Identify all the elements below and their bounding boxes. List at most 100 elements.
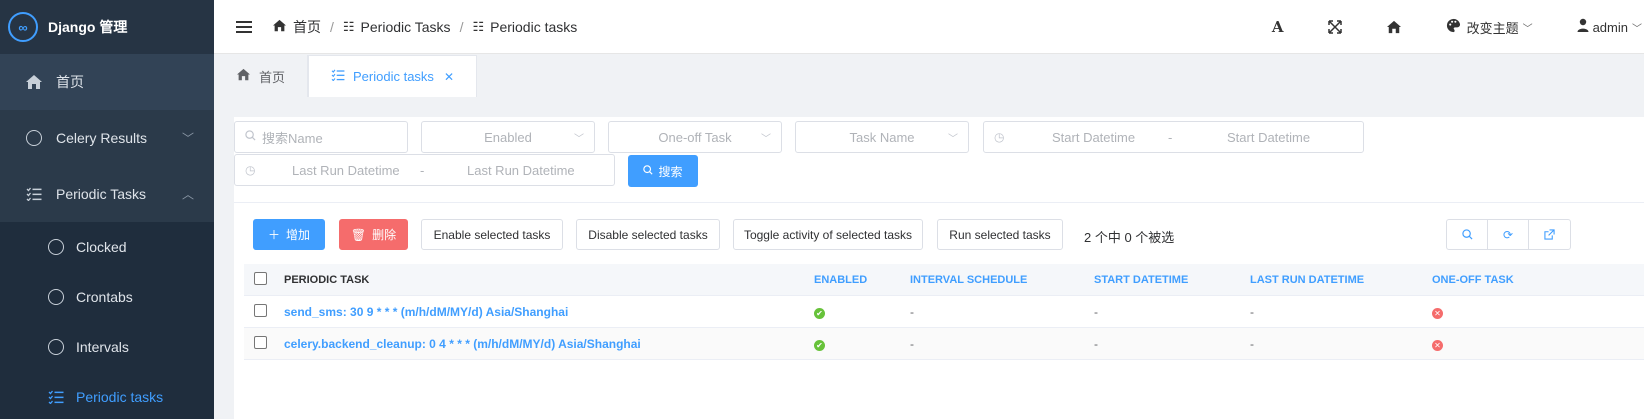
- column-header-last-run-datetime[interactable]: LAST RUN DATETIME: [1250, 274, 1432, 286]
- search-input[interactable]: 搜索Name: [234, 121, 408, 153]
- trash-icon: 🗑: [350, 227, 367, 242]
- theme-switcher[interactable]: 改变主题 ﹀: [1446, 18, 1533, 37]
- enabled-placeholder: Enabled: [484, 129, 532, 145]
- range-separator: -: [420, 162, 425, 178]
- search-placeholder: 搜索Name: [262, 130, 323, 146]
- sidebar-item-label: Clocked: [76, 239, 127, 255]
- sidebar-item-intervals[interactable]: Intervals: [0, 322, 214, 372]
- breadcrumb-item[interactable]: 首页: [293, 17, 321, 37]
- select-all-checkbox[interactable]: [244, 271, 284, 288]
- selection-info: 2 个中 0 个被选: [1084, 230, 1175, 245]
- brand-title: Django 管理: [48, 19, 128, 35]
- column-header-one-off-task[interactable]: ONE-OFF TASK: [1432, 274, 1612, 286]
- search-icon: [643, 164, 654, 178]
- lastrun-from-placeholder: Last Run Datetime: [292, 162, 400, 178]
- search-toggle-icon[interactable]: [1447, 220, 1488, 249]
- disable-selected-button[interactable]: Disable selected tasks: [576, 219, 720, 250]
- sidebar-item-clocked[interactable]: Clocked: [0, 222, 214, 272]
- home-button[interactable]: [1386, 20, 1402, 34]
- enabled-select[interactable]: Enabled ﹀: [421, 121, 595, 153]
- run-label: Run selected tasks: [949, 227, 1051, 242]
- sidebar-item-label: Periodic tasks: [76, 389, 164, 405]
- add-button-label: 增加: [286, 228, 311, 242]
- last-run-datetime-range[interactable]: ◷ Last Run Datetime - Last Run Datetime: [234, 154, 615, 186]
- sidebar-item-periodic-tasks-list[interactable]: Periodic tasks: [0, 372, 214, 419]
- refresh-icon[interactable]: ⟳: [1488, 220, 1529, 249]
- search-button[interactable]: 搜索: [628, 155, 698, 187]
- enabled-check-icon: ✔: [814, 307, 825, 319]
- start-from-placeholder: Start Datetime: [1052, 129, 1136, 145]
- interval-cell: -: [910, 336, 914, 351]
- start-to-placeholder: Start Datetime: [1227, 129, 1311, 145]
- clock-icon: ◷: [245, 163, 256, 177]
- enable-selected-button[interactable]: Enable selected tasks: [421, 219, 563, 250]
- column-header-interval-schedule[interactable]: INTERVAL SCHEDULE: [910, 274, 1094, 286]
- task-name-select[interactable]: Task Name ﹀: [795, 121, 969, 153]
- search-button-label: 搜索: [658, 164, 683, 179]
- start-datetime-range[interactable]: ◷ Start Datetime - Start Datetime: [983, 121, 1364, 153]
- top-header: 首页 / ☷ Periodic Tasks / ☷ Periodic tasks…: [214, 0, 1644, 54]
- tab-periodic-tasks[interactable]: Periodic tasks ✕: [308, 55, 477, 97]
- chevron-down-icon: ﹀: [761, 133, 771, 145]
- sidebar-item-home[interactable]: 首页: [0, 54, 214, 110]
- column-header-enabled[interactable]: ENABLED: [814, 274, 910, 286]
- add-button[interactable]: ＋ 增加: [253, 219, 325, 250]
- search-icon: [245, 130, 256, 144]
- sidebar-item-label: Crontabs: [76, 289, 133, 305]
- task-list-icon: [24, 184, 44, 204]
- chevron-down-icon: ﹀: [181, 131, 194, 146]
- header-tools: A 改变主题 ﹀ admin ﹀: [1250, 0, 1644, 54]
- chevron-up-icon: ︿: [181, 187, 194, 202]
- theme-label: 改变主题: [1466, 20, 1519, 36]
- lastrun-to-placeholder: Last Run Datetime: [467, 162, 575, 178]
- font-size-button[interactable]: A: [1272, 18, 1284, 36]
- taskname-placeholder: Task Name: [849, 129, 915, 145]
- fullscreen-icon[interactable]: [1327, 20, 1342, 34]
- sidebar-item-label: Intervals: [76, 339, 129, 355]
- task-link[interactable]: celery.backend_cleanup: 0 4 * * * (m/h/d…: [284, 337, 641, 351]
- row-checkbox[interactable]: [244, 303, 284, 320]
- django-logo-icon: ∞: [8, 12, 38, 42]
- column-header-periodic-task[interactable]: PERIODIC TASK: [284, 274, 814, 286]
- circle-icon: [46, 337, 66, 357]
- toggle-label: Toggle activity of selected tasks: [743, 227, 913, 242]
- breadcrumb: 首页 / ☷ Periodic Tasks / ☷ Periodic tasks: [272, 17, 577, 37]
- tab-home[interactable]: 首页: [214, 55, 309, 97]
- range-separator: -: [1168, 129, 1173, 145]
- home-icon: [272, 19, 287, 35]
- sidebar-item-periodic-tasks[interactable]: Periodic Tasks ︿: [0, 166, 214, 222]
- chevron-down-icon: ﹀: [1632, 23, 1642, 35]
- brand[interactable]: ∞ Django 管理: [0, 0, 214, 54]
- one-off-cross-icon: ✕: [1432, 307, 1443, 319]
- content-card: 搜索Name Enabled ﹀ One-off Task ﹀ Task Nam…: [234, 117, 1644, 419]
- circle-icon: [24, 128, 44, 148]
- close-icon[interactable]: ✕: [444, 70, 454, 84]
- palette-icon: [1446, 18, 1461, 37]
- run-selected-button[interactable]: Run selected tasks: [937, 219, 1063, 250]
- column-header-start-datetime[interactable]: START DATETIME: [1094, 274, 1250, 286]
- row-checkbox[interactable]: [244, 335, 284, 352]
- disable-label: Disable selected tasks: [588, 227, 708, 242]
- export-icon[interactable]: [1529, 220, 1570, 249]
- home-icon: [236, 68, 251, 84]
- delete-button[interactable]: 🗑 删除: [339, 219, 408, 250]
- toggle-selected-button[interactable]: Toggle activity of selected tasks: [733, 219, 923, 250]
- sidebar: ∞ Django 管理 首页 Celery Results ﹀ Periodic…: [0, 0, 214, 419]
- task-link[interactable]: send_sms: 30 9 * * * (m/h/dM/MY/d) Asia/…: [284, 305, 568, 319]
- tab-bar: 首页 Periodic tasks ✕: [214, 55, 1644, 97]
- enable-label: Enable selected tasks: [433, 227, 551, 242]
- home-icon: [24, 72, 44, 92]
- start-cell: -: [1094, 336, 1098, 351]
- menu-toggle-icon[interactable]: [236, 18, 252, 36]
- breadcrumb-item[interactable]: Periodic Tasks: [361, 19, 451, 35]
- start-cell: -: [1094, 304, 1098, 319]
- one-off-cross-icon: ✕: [1432, 339, 1443, 351]
- task-list-icon: [46, 387, 66, 407]
- interval-cell: -: [910, 304, 914, 319]
- oneoff-select[interactable]: One-off Task ﹀: [608, 121, 782, 153]
- sidebar-item-crontabs[interactable]: Crontabs: [0, 272, 214, 322]
- sidebar-item-celery-results[interactable]: Celery Results ﹀: [0, 110, 214, 166]
- tab-label: Periodic tasks: [353, 69, 434, 84]
- plus-icon: ＋: [267, 228, 280, 242]
- user-menu[interactable]: admin ﹀: [1577, 18, 1642, 36]
